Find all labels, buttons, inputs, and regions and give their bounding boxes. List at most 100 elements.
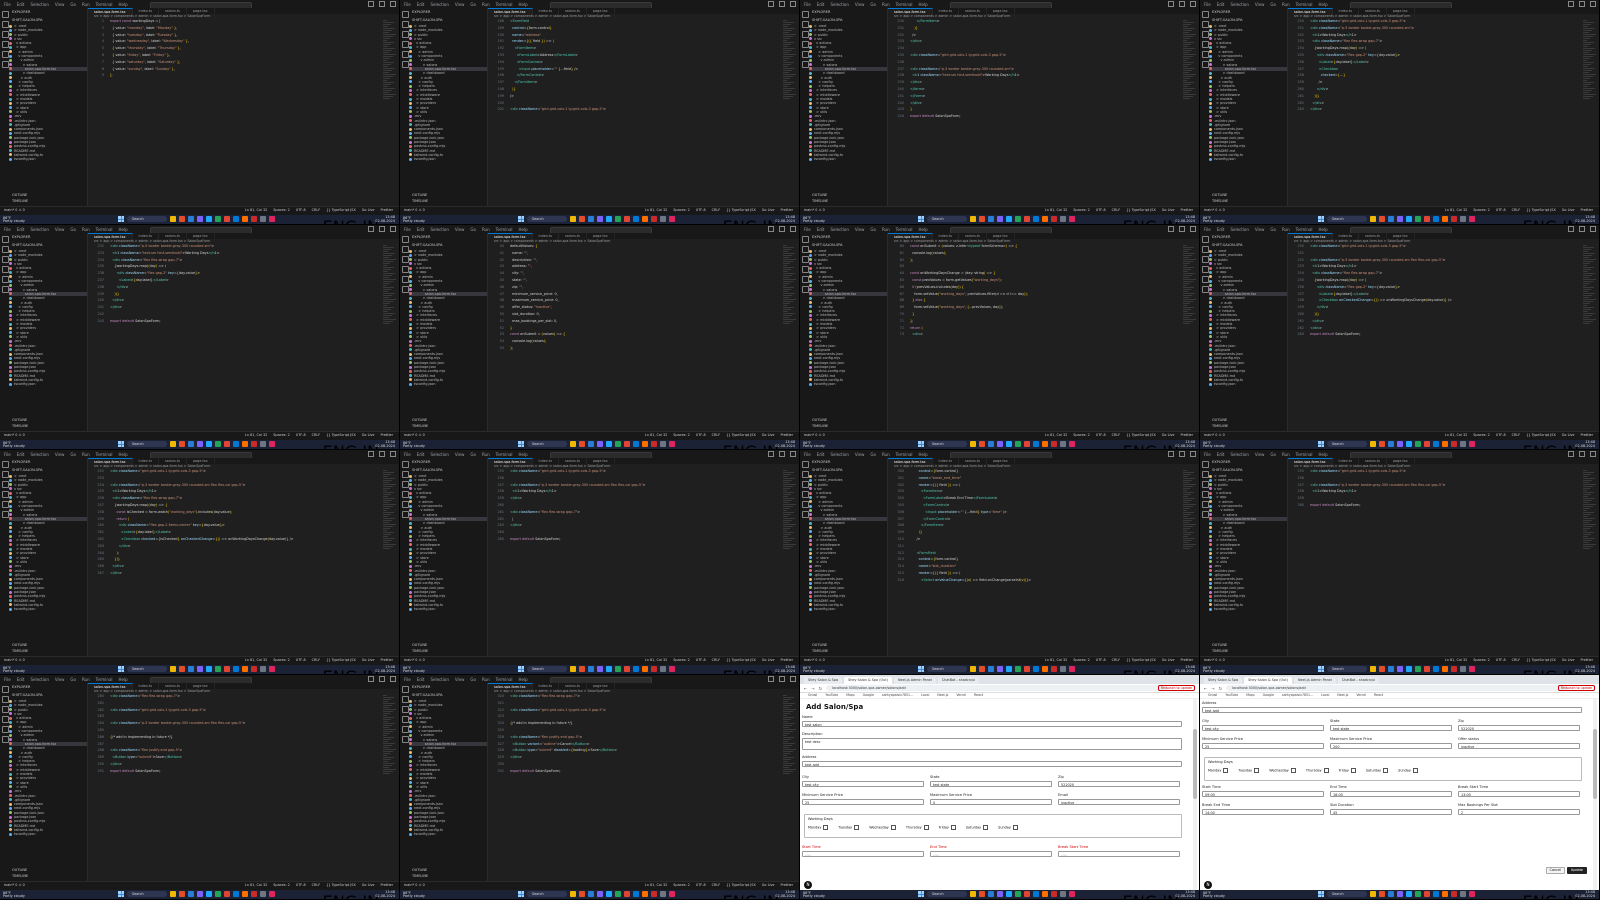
extensions-icon[interactable] [402, 726, 409, 733]
day-checkbox[interactable]: Sunday [998, 825, 1018, 830]
menu-item-terminal[interactable]: Terminal [1296, 227, 1313, 232]
taskbar-search[interactable]: Search [127, 216, 167, 222]
menu-item-view[interactable]: View [55, 2, 65, 7]
status-item[interactable]: Prettier [1581, 432, 1593, 440]
close-button[interactable] [1590, 226, 1596, 232]
explorer-icon[interactable] [2, 461, 9, 468]
checkbox[interactable] [1290, 768, 1296, 773]
weather-widget[interactable]: 86°F Partly cloudy [803, 666, 825, 673]
git-branch-status[interactable]: main* 0 ⚠ 0 [804, 432, 825, 440]
extensions-icon[interactable] [2, 276, 9, 283]
taskbar-app-icon[interactable] [579, 441, 585, 447]
maximize-button[interactable] [779, 676, 785, 682]
status-item[interactable]: Go Live [1162, 657, 1175, 665]
taskbar-app-icon[interactable] [188, 666, 194, 672]
timeline-section[interactable]: TIMELINE [809, 647, 831, 655]
search-icon[interactable] [2, 696, 9, 703]
menu-item-file[interactable]: File [404, 2, 411, 7]
maximize-button[interactable] [779, 1, 785, 7]
status-item[interactable]: Spaces: 2 [1073, 432, 1089, 440]
taskbar-app-icon[interactable] [1469, 216, 1475, 222]
menu-item-terminal[interactable]: Terminal [896, 452, 913, 457]
checkbox[interactable] [1223, 768, 1229, 773]
git-branch-status[interactable]: main* 0 ⚠ 0 [1204, 657, 1225, 665]
menu-item-go[interactable]: Go [870, 227, 876, 232]
taskbar-app-icon[interactable] [1442, 666, 1448, 672]
taskbar-app-icon[interactable] [1060, 441, 1066, 447]
taskbar-app-icon[interactable] [597, 441, 603, 447]
taskbar-app-icon[interactable] [1042, 441, 1048, 447]
taskbar-app-icon[interactable] [215, 216, 221, 222]
taskbar-app-icon[interactable] [224, 216, 230, 222]
code-view[interactable]: 232 <div className="p-5 border border-gra… [88, 244, 381, 432]
menu-item-file[interactable]: File [1204, 452, 1211, 457]
menu-item-selection[interactable]: Selection [1230, 452, 1248, 457]
status-item[interactable]: {} TypeScript JSX [1526, 207, 1556, 215]
menu-item-run[interactable]: Run [482, 2, 490, 7]
search-icon[interactable] [2, 21, 9, 28]
taskbar-app-icon[interactable] [242, 891, 248, 897]
taskbar-app-icon[interactable] [1388, 891, 1394, 897]
end-time-input[interactable]: --:-- [930, 850, 1052, 857]
run-debug-icon[interactable] [1202, 491, 1209, 498]
menu-item-run[interactable]: Run [482, 452, 490, 457]
taskbar-app-icon[interactable] [1388, 441, 1394, 447]
menu-item-edit[interactable]: Edit [17, 452, 25, 457]
file-tree-item[interactable]: tsconfig.json [1209, 157, 1287, 161]
taskbar-app-icon[interactable] [1060, 891, 1066, 897]
reload-icon[interactable]: ↻ [819, 686, 822, 691]
windows-start-icon[interactable] [918, 441, 924, 447]
status-item[interactable]: Spaces: 2 [1473, 207, 1489, 215]
menu-item-selection[interactable]: Selection [30, 677, 48, 682]
menu-item-view[interactable]: View [455, 677, 465, 682]
taskbar-app-icon[interactable] [170, 666, 176, 672]
menu-item-run[interactable]: Run [882, 227, 890, 232]
state-input[interactable]: test state [930, 780, 1052, 787]
taskbar-app-icon[interactable] [1415, 216, 1421, 222]
close-button[interactable] [390, 451, 396, 457]
menu-item-terminal[interactable]: Terminal [496, 2, 513, 7]
git-branch-status[interactable]: main* 0 ⚠ 0 [1204, 207, 1225, 215]
file-tree-item[interactable]: tsconfig.json [9, 157, 87, 161]
close-button[interactable] [1590, 451, 1596, 457]
windows-start-icon[interactable] [118, 216, 124, 222]
menu-item-selection[interactable]: Selection [830, 227, 848, 232]
taskbar-app-icon[interactable] [588, 666, 594, 672]
weather-widget[interactable]: 86°F Partly cloudy [403, 441, 425, 448]
taskbar-app-icon[interactable] [570, 441, 576, 447]
windows-start-icon[interactable] [1318, 666, 1324, 672]
file-tree-item[interactable]: tsconfig.json [9, 832, 87, 836]
run-debug-icon[interactable] [2, 266, 9, 273]
status-item[interactable]: Prettier [381, 657, 393, 665]
maximize-button[interactable] [1579, 451, 1585, 457]
menu-item-view[interactable]: View [55, 227, 65, 232]
taskbar-app-icon[interactable] [1397, 891, 1403, 897]
taskbar-app-icon[interactable] [1424, 891, 1430, 897]
taskbar-app-icon[interactable] [624, 666, 630, 672]
taskbar-app-icon[interactable] [188, 891, 194, 897]
day-checkbox[interactable]: Monday [808, 825, 829, 830]
bookmark-item[interactable]: YouTube [1225, 692, 1238, 698]
status-item[interactable]: Spaces: 2 [673, 207, 689, 215]
windows-start-icon[interactable] [1318, 216, 1324, 222]
taskbar-app-icon[interactable] [579, 666, 585, 672]
taskbar-app-icon[interactable] [579, 216, 585, 222]
close-button[interactable] [390, 226, 396, 232]
taskbar-search[interactable]: Search [1327, 891, 1367, 897]
taskbar-app-icon[interactable] [188, 441, 194, 447]
minimize-button[interactable] [1568, 451, 1574, 457]
taskbar-search[interactable]: Search [1327, 216, 1367, 222]
taskbar-app-icon[interactable] [624, 891, 630, 897]
address-bar[interactable]: localhost:3000/salon-spa-owner/salons/ad… [826, 685, 1169, 691]
taskbar-app-icon[interactable] [988, 216, 994, 222]
taskbar-app-icon[interactable] [1442, 441, 1448, 447]
taskbar-app-icon[interactable] [615, 216, 621, 222]
taskbar-app-icon[interactable] [179, 216, 185, 222]
taskbar-app-icon[interactable] [1370, 216, 1376, 222]
menu-item-view[interactable]: View [455, 227, 465, 232]
minimap[interactable] [1183, 244, 1197, 432]
taskbar-app-icon[interactable] [606, 891, 612, 897]
status-item[interactable]: UTF-8 [1096, 657, 1106, 665]
menu-item-view[interactable]: View [55, 677, 65, 682]
language-indicator[interactable]: ENG IN [1123, 667, 1179, 675]
